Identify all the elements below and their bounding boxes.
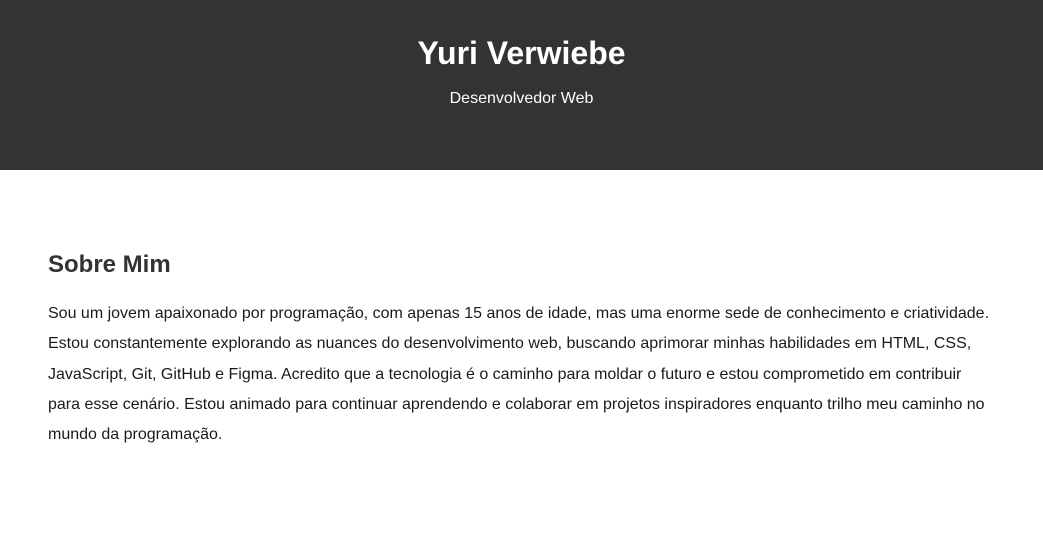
site-subtitle: Desenvolvedor Web xyxy=(449,90,594,107)
about-section: Sobre Mim Sou um jovem apaixonado por pr… xyxy=(48,250,995,450)
about-text: Sou um jovem apaixonado por programação,… xyxy=(48,305,990,444)
site-header: Yuri Verwiebe Desenvolvedor Web xyxy=(0,0,1043,170)
main-content: Sobre Mim Sou um jovem apaixonado por pr… xyxy=(0,170,1043,450)
about-heading: Sobre Mim xyxy=(48,251,171,278)
site-title: Yuri Verwiebe xyxy=(417,35,626,71)
